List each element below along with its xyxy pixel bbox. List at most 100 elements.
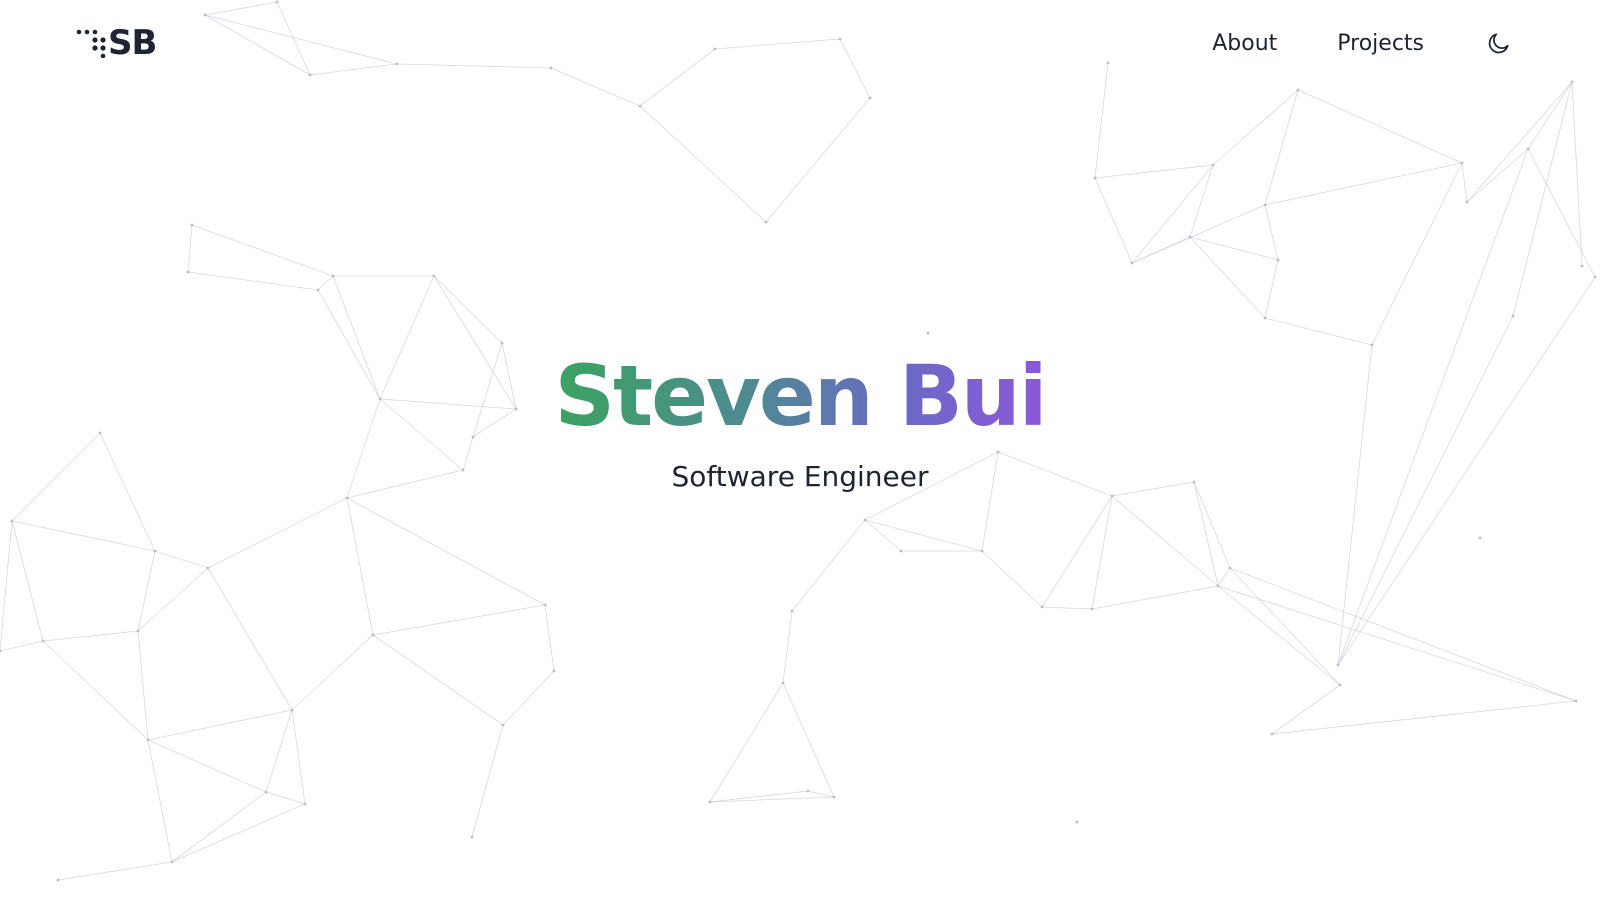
network-node [1093, 176, 1097, 180]
network-line [147, 739, 173, 863]
network-line [291, 709, 306, 805]
network-line [147, 739, 267, 793]
network-node [1188, 235, 1192, 239]
network-line [1466, 148, 1529, 203]
network-node [790, 609, 794, 613]
network-line [317, 275, 334, 291]
network-line [502, 670, 555, 726]
network-node [638, 104, 642, 108]
network-node [500, 341, 504, 345]
network-node [264, 790, 268, 794]
network-node [186, 270, 190, 274]
network-node [345, 496, 349, 500]
network-node [1511, 314, 1515, 318]
network-line [807, 790, 835, 798]
network-line [147, 709, 293, 741]
main-nav: About Projects [1212, 28, 1514, 58]
network-line [765, 97, 871, 223]
network-line [1189, 236, 1266, 319]
network-line [1212, 89, 1299, 166]
network-line [1217, 585, 1341, 686]
network-line [471, 724, 504, 838]
network-node [1465, 200, 1469, 204]
network-node [1338, 683, 1342, 687]
network-node [868, 96, 872, 100]
network-line [1094, 164, 1214, 179]
network-node [1040, 605, 1044, 609]
network-node [899, 549, 903, 553]
network-node [316, 288, 320, 292]
network-line [1189, 164, 1214, 238]
network-node [1090, 607, 1094, 611]
network-line [1571, 81, 1583, 267]
network-line [1271, 700, 1577, 735]
network-node [832, 795, 836, 799]
network-node [206, 566, 210, 570]
network-node [552, 669, 556, 673]
network-line [1512, 81, 1573, 317]
network-node [1075, 820, 1079, 824]
network-line [1297, 89, 1463, 164]
network-line [1189, 236, 1279, 261]
network-line [1264, 259, 1279, 319]
network-node [56, 878, 60, 882]
network-line [207, 567, 293, 711]
network-line [1264, 162, 1463, 206]
network-line [1091, 585, 1219, 610]
network-line [639, 105, 767, 223]
network-line [709, 682, 784, 803]
network-line [1229, 567, 1341, 686]
network-node [1276, 258, 1280, 262]
dots-logo-icon [76, 29, 106, 58]
network-line [1193, 481, 1219, 587]
network-node [432, 274, 436, 278]
site-logo[interactable]: SB [76, 23, 157, 63]
network-node [708, 800, 712, 804]
network-line [207, 497, 348, 569]
network-node [980, 549, 984, 553]
network-line [57, 861, 173, 881]
network-node [1228, 566, 1232, 570]
network-line [1094, 177, 1133, 264]
network-line [1217, 567, 1231, 587]
network-node [1110, 494, 1114, 498]
network-node [501, 723, 505, 727]
moon-icon [1488, 33, 1509, 54]
network-line [782, 610, 793, 684]
network-line [1229, 567, 1577, 702]
network-node [153, 549, 157, 553]
network-line [187, 224, 193, 273]
network-node [41, 639, 45, 643]
network-node [806, 789, 810, 793]
network-node [863, 518, 867, 522]
network-line [42, 640, 149, 741]
network-line [1466, 81, 1573, 203]
network-node [136, 629, 140, 633]
network-node [926, 331, 930, 335]
network-line [981, 550, 1043, 608]
nav-link-projects[interactable]: Projects [1337, 31, 1424, 56]
network-node [1130, 261, 1134, 265]
network-node [1370, 343, 1374, 347]
network-line [1111, 495, 1219, 587]
network-node [170, 860, 174, 864]
network-node [331, 274, 335, 278]
network-line [544, 604, 555, 672]
network-node [1478, 536, 1482, 540]
network-node [1593, 275, 1597, 279]
network-node [764, 220, 768, 224]
network-node [1580, 264, 1584, 268]
theme-toggle-button[interactable] [1484, 28, 1514, 58]
logo-text: SB [108, 23, 157, 63]
hero-name: Steven Bui [554, 347, 1047, 445]
network-line [1371, 162, 1463, 346]
network-line [1264, 89, 1299, 206]
nav-link-about[interactable]: About [1212, 31, 1277, 56]
network-line [137, 567, 209, 632]
network-line [291, 634, 374, 711]
network-line [1041, 606, 1093, 610]
network-node [543, 603, 547, 607]
network-line [154, 550, 209, 569]
network-line [372, 604, 546, 636]
network-node [1263, 316, 1267, 320]
